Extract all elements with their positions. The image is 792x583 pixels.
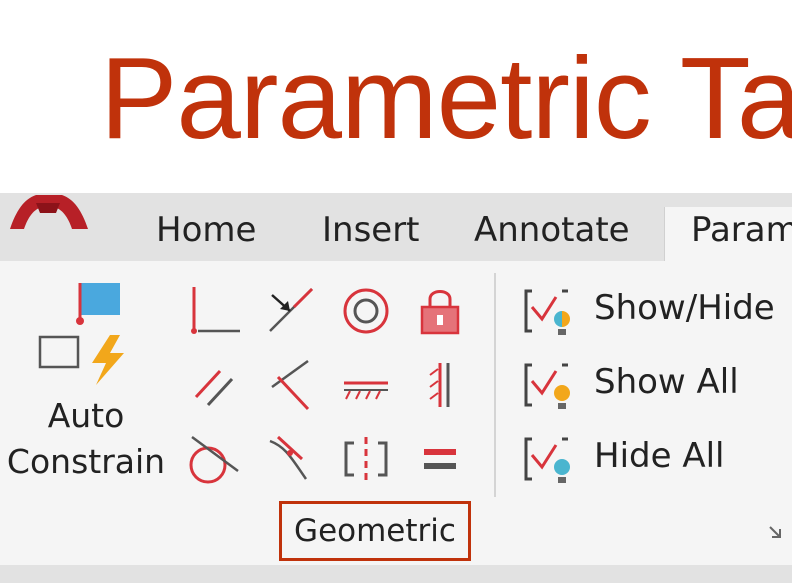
ribbon-panel: Auto Constrain Show/Hide Show All Hide A… (0, 261, 792, 565)
show-all-label: Show All (594, 362, 739, 402)
panel-divider (494, 273, 496, 497)
show-all-icon (524, 363, 570, 409)
auto-label-line1: Auto (47, 396, 125, 435)
show-hide-label: Show/Hide (594, 288, 775, 328)
ribbon-tab-bar: Home Insert Annotate Param (0, 193, 792, 261)
vertical-icon[interactable] (412, 357, 468, 413)
hide-all-icon (524, 437, 570, 483)
symmetric-icon[interactable] (338, 431, 394, 487)
tab-annotate[interactable]: Annotate (474, 207, 630, 261)
tangent-icon[interactable] (186, 431, 242, 487)
concentric-icon[interactable] (338, 283, 394, 339)
app-logo[interactable] (6, 193, 90, 229)
equal-icon[interactable] (412, 431, 468, 487)
auto-label-line2: Constrain (6, 442, 166, 481)
parallel-icon[interactable] (186, 357, 242, 413)
tab-insert[interactable]: Insert (322, 207, 420, 261)
dialog-launcher-icon[interactable] (766, 523, 786, 543)
hide-all-label: Hide All (594, 436, 725, 476)
ribbon-bottom-strip (0, 565, 792, 583)
tab-home[interactable]: Home (156, 207, 256, 261)
horizontal-icon[interactable] (338, 357, 394, 413)
fix-icon[interactable] (412, 283, 468, 339)
show-hide-icon (524, 289, 570, 335)
slide-title: Parametric Ta (100, 33, 792, 163)
auto-constrain-icon (38, 283, 124, 385)
smooth-icon[interactable] (262, 431, 318, 487)
tab-parametric[interactable]: Param (664, 207, 792, 261)
perpendicular-icon[interactable] (262, 357, 318, 413)
coincident-icon[interactable] (186, 283, 242, 339)
collinear-icon[interactable] (262, 283, 318, 339)
geometric-panel-label: Geometric (279, 501, 471, 561)
